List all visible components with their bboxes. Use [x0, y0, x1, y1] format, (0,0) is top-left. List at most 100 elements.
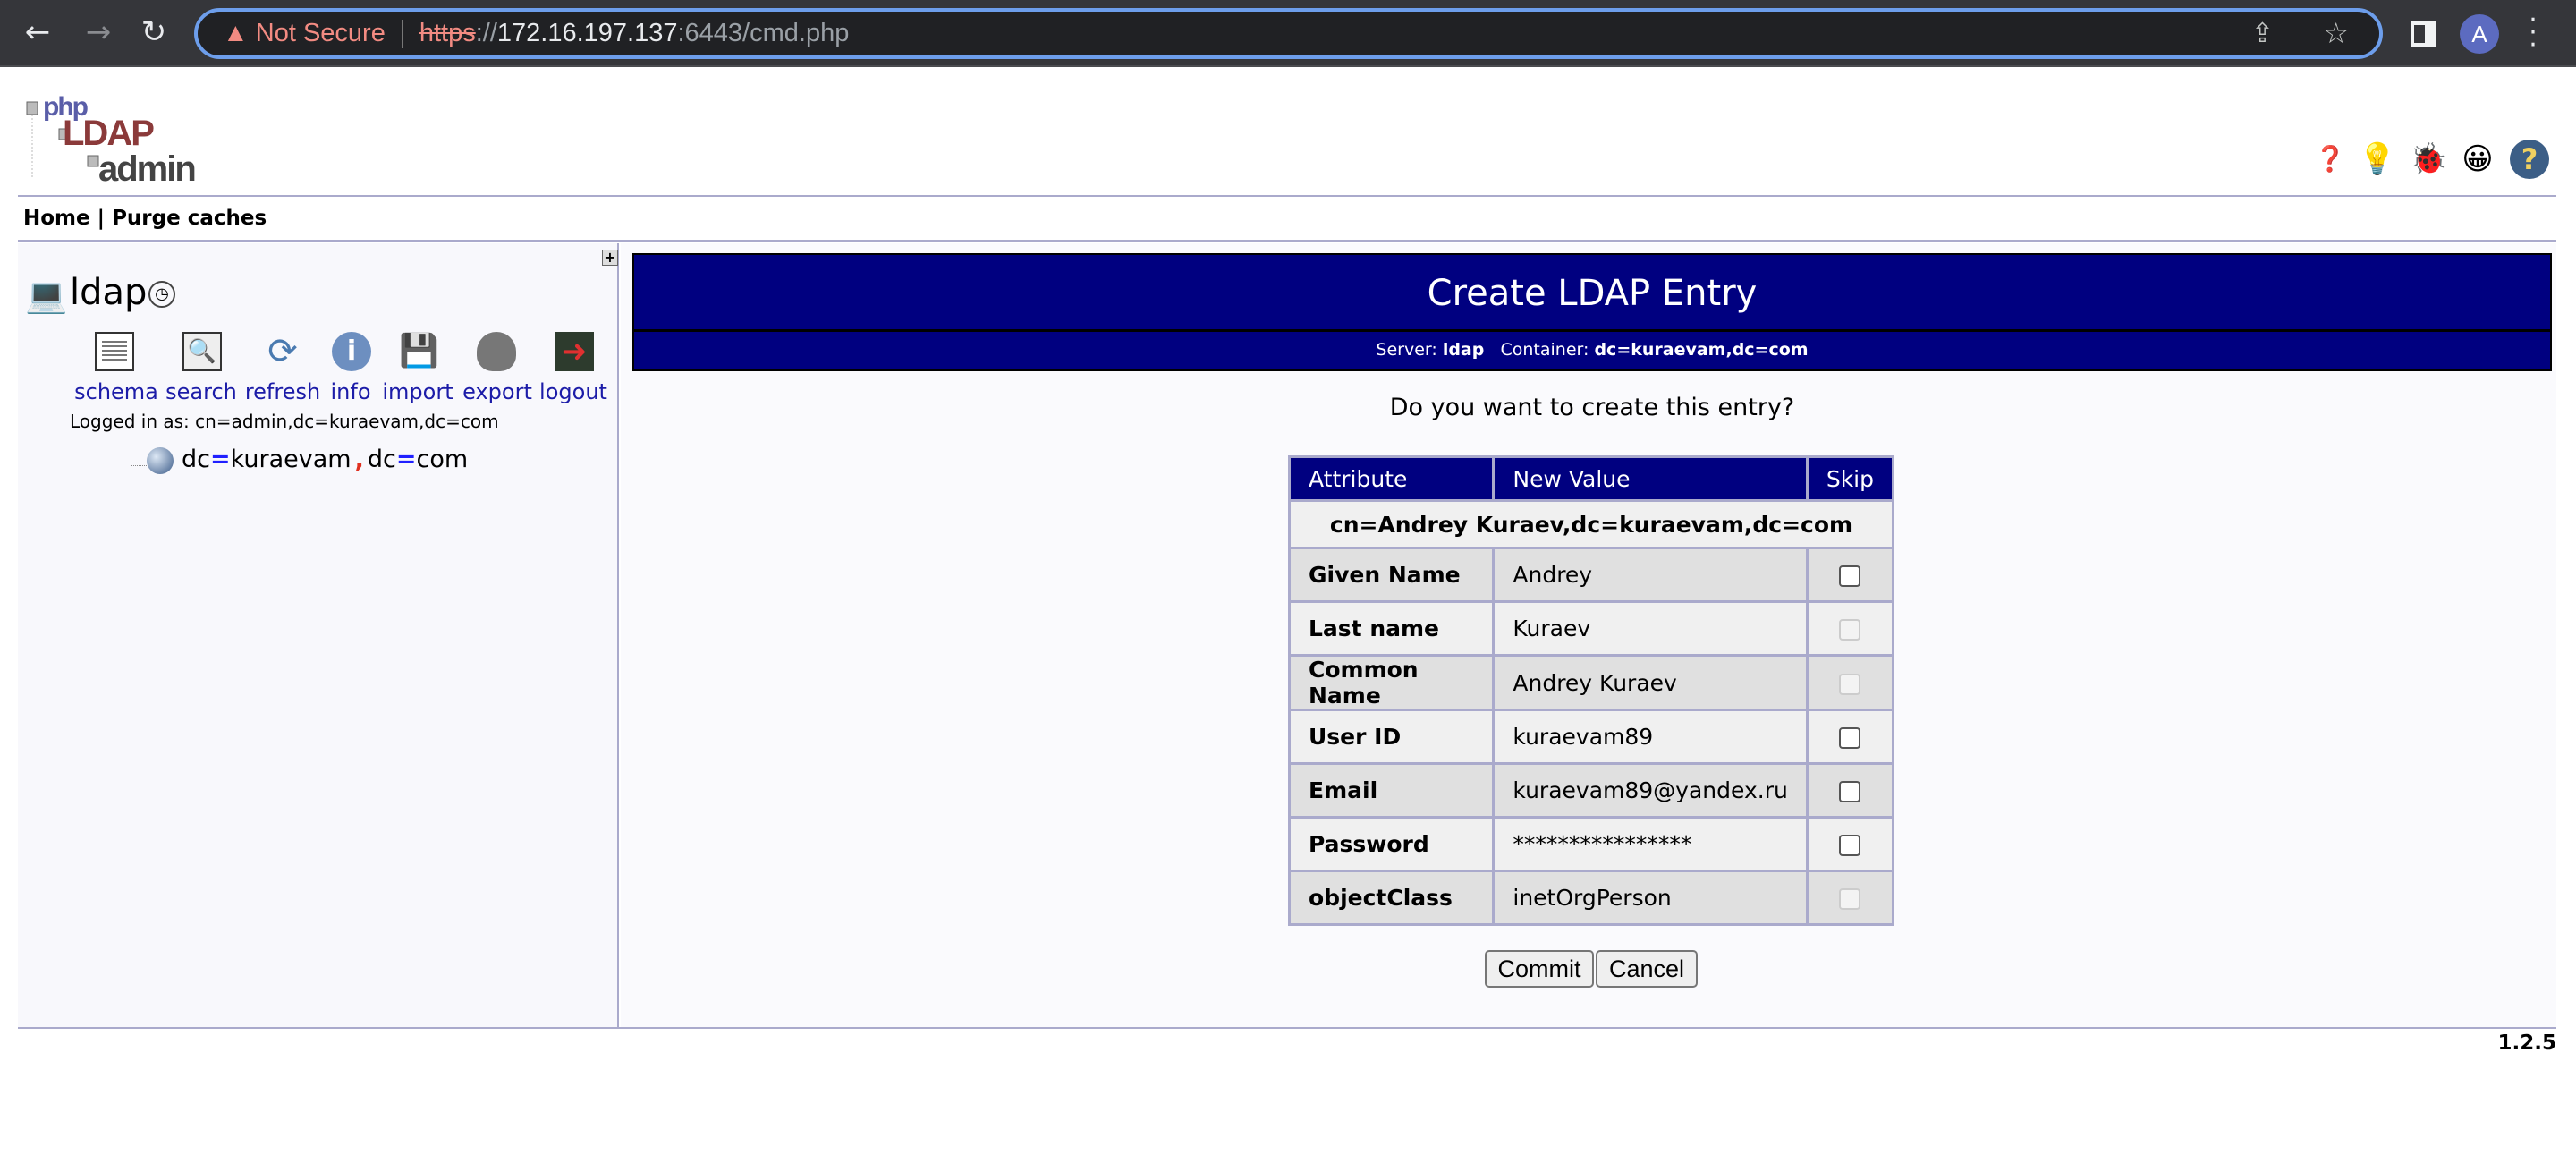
refresh-link[interactable]: refresh: [245, 379, 320, 404]
clock-icon[interactable]: ◷: [148, 281, 175, 308]
banner-subtitle: Server: ldap Container: dc=kuraevam,dc=c…: [634, 332, 2550, 368]
skip-checkbox[interactable]: [1839, 565, 1861, 587]
header-new-value: New Value: [1492, 455, 1809, 502]
divider: [18, 240, 2556, 242]
lightbulb-icon[interactable]: 💡: [2358, 140, 2397, 179]
skip-checkbox: [1839, 619, 1861, 641]
version-label: 1.2.5: [2497, 1031, 2557, 1055]
url-path: :6443/cmd.php: [677, 19, 850, 47]
attribute-value: Andrey Kuraev: [1492, 654, 1809, 711]
container-label: Container:: [1500, 340, 1589, 360]
skip-cell: [1805, 654, 1895, 711]
home-link[interactable]: Home: [23, 207, 90, 230]
browser-toolbar: ← → ↻ ▲ Not Secure https://172.16.197.137…: [0, 0, 2576, 67]
attribute-value: kuraevam89: [1492, 709, 1809, 765]
server-label: Server:: [1376, 340, 1437, 360]
table-row: User ID kuraevam89: [1287, 709, 1895, 765]
menu-separator: |: [97, 207, 106, 230]
skip-checkbox[interactable]: [1839, 727, 1861, 749]
skip-cell: [1805, 762, 1895, 819]
attribute-name: Given Name: [1287, 547, 1496, 603]
help-bubble-icon[interactable]: ❓: [2310, 140, 2350, 179]
export-link[interactable]: export: [462, 379, 532, 404]
table-row: Given Name Andrey: [1287, 547, 1895, 603]
more-menu-icon[interactable]: · · ·: [2524, 7, 2542, 59]
info-link[interactable]: info: [330, 379, 370, 404]
bug-icon[interactable]: 🐞: [2409, 140, 2448, 179]
tree-root-entry[interactable]: dc=kuraevam, dc=com: [182, 446, 468, 473]
page-banner: Create LDAP Entry Server: ldap Container…: [632, 253, 2552, 371]
reload-icon[interactable]: ↻: [134, 13, 174, 52]
container-value: dc=kuraevam,dc=com: [1594, 340, 1809, 360]
smiley-icon[interactable]: 😀: [2458, 140, 2497, 179]
entry-table: Attribute New Value Skip cn=Andrey Kurae…: [1287, 455, 1895, 926]
divider: [18, 195, 2556, 197]
attribute-name: Password: [1287, 816, 1496, 872]
skip-cell: [1805, 709, 1895, 765]
attribute-value: Andrey: [1492, 547, 1809, 603]
rdn-key: dc: [182, 446, 210, 473]
profile-avatar[interactable]: A: [2460, 14, 2499, 54]
share-icon[interactable]: ⇪: [2251, 12, 2274, 55]
top-menu: Home | Purge caches: [23, 207, 267, 230]
purge-caches-link[interactable]: Purge caches: [112, 207, 267, 230]
table-row: objectClass inetOrgPerson: [1287, 870, 1895, 926]
skip-cell: [1805, 547, 1895, 603]
attribute-name: Common Name: [1287, 654, 1496, 711]
rdn-comma: ,: [354, 446, 364, 473]
info-icon[interactable]: i: [332, 332, 371, 371]
rdn-key: dc: [367, 446, 396, 473]
schema-icon[interactable]: [95, 332, 134, 371]
skip-cell: [1805, 870, 1895, 926]
forward-icon[interactable]: →: [79, 13, 118, 52]
schema-link[interactable]: schema: [74, 379, 158, 404]
attribute-value: Kuraev: [1492, 600, 1809, 657]
cancel-button[interactable]: Cancel: [1596, 950, 1698, 988]
help-icon[interactable]: ?: [2510, 140, 2549, 179]
commit-button[interactable]: Commit: [1485, 950, 1594, 988]
phpldapadmin-logo[interactable]: php LDAP admin: [25, 92, 213, 189]
divider: [18, 1027, 2556, 1029]
logout-icon[interactable]: ➜: [555, 332, 594, 371]
attribute-name: Last name: [1287, 600, 1496, 657]
import-icon[interactable]: 💾: [399, 332, 439, 371]
skip-checkbox[interactable]: [1839, 781, 1861, 802]
search-icon[interactable]: 🔍: [182, 332, 222, 371]
header-skip: Skip: [1805, 455, 1895, 502]
server-name[interactable]: ldap: [70, 272, 147, 313]
confirm-question: Do you want to create this entry?: [1389, 394, 1795, 421]
entry-dn: cn=Andrey Kuraev,dc=kuraevam,dc=com: [1288, 499, 1894, 549]
skip-cell: [1805, 816, 1895, 872]
side-panel-icon[interactable]: [2411, 21, 2436, 47]
url-scheme: https: [419, 19, 476, 47]
rdn-value: com: [416, 446, 469, 473]
table-header: Attribute New Value Skip: [1287, 455, 1895, 502]
security-label: Not Secure: [255, 19, 386, 47]
attribute-value: inetOrgPerson: [1492, 870, 1809, 926]
logged-in-as: Logged in as: cn=admin,dc=kuraevam,dc=co…: [70, 411, 499, 432]
refresh-icon[interactable]: ⟳: [263, 332, 302, 371]
logout-link[interactable]: logout: [539, 379, 607, 404]
skip-checkbox[interactable]: [1839, 835, 1861, 856]
url-sep: ://: [475, 19, 497, 47]
attribute-name: User ID: [1287, 709, 1496, 765]
skip-checkbox: [1839, 673, 1861, 695]
attribute-name: Email: [1287, 762, 1496, 819]
search-link[interactable]: search: [165, 379, 237, 404]
bookmark-star-icon[interactable]: ☆: [2323, 12, 2349, 55]
table-row: Common Name Andrey Kuraev: [1287, 654, 1895, 711]
attribute-value: ****************: [1492, 816, 1809, 872]
import-link[interactable]: import: [382, 379, 453, 404]
rdn-equals: =: [395, 446, 417, 473]
expand-icon[interactable]: +: [602, 250, 618, 266]
back-icon[interactable]: ←: [18, 13, 57, 52]
export-icon[interactable]: [477, 332, 516, 371]
skip-cell: [1805, 600, 1895, 657]
address-bar[interactable]: ▲ Not Secure https://172.16.197.137:6443/…: [194, 8, 2383, 59]
server-computer-icon: 💻: [25, 276, 68, 315]
attribute-name: objectClass: [1287, 870, 1496, 926]
svg-text:admin: admin: [98, 149, 195, 183]
table-row: Email kuraevam89@yandex.ru: [1287, 762, 1895, 819]
globe-icon: [147, 447, 174, 474]
rdn-value: kuraevam: [230, 446, 352, 473]
